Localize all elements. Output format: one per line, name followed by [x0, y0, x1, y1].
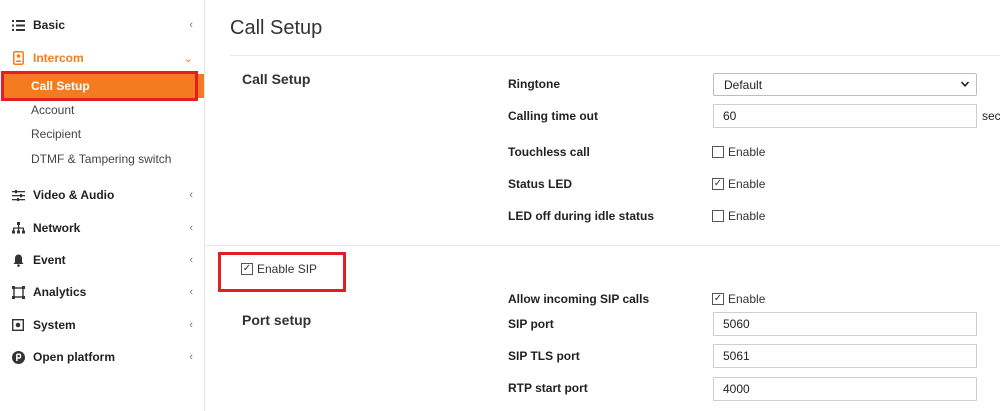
led-off-label: LED off during idle status: [508, 209, 654, 223]
rtp-start-port-input[interactable]: 4000: [713, 377, 977, 401]
page-title: Call Setup: [230, 17, 323, 39]
system-icon: [11, 318, 25, 332]
chevron-down-icon: [960, 81, 970, 87]
chevron-left-icon: ‹: [189, 254, 193, 266]
chevron-left-icon: ‹: [189, 319, 193, 331]
chevron-left-icon: ‹: [189, 351, 193, 363]
sip-tls-port-label: SIP TLS port: [508, 349, 580, 363]
sidebar: Basic ‹ Intercom ⌄ Call Setup Account Re…: [0, 0, 205, 411]
sidebar-item-intercom[interactable]: Intercom ⌄: [0, 46, 205, 70]
chevron-left-icon: ‹: [189, 286, 193, 298]
chevron-down-icon: ⌄: [183, 52, 193, 65]
checkbox-label: Enable: [728, 209, 766, 223]
sidebar-item-network[interactable]: Network ‹: [0, 216, 205, 240]
sidebar-item-video-audio[interactable]: Video & Audio ‹: [0, 183, 205, 207]
calling-timeout-unit: sec: [982, 109, 1000, 123]
calling-timeout-label: Calling time out: [508, 109, 598, 123]
divider: [230, 55, 1000, 56]
sidebar-item-label: Network: [33, 221, 81, 235]
sidebar-item-event[interactable]: Event ‹: [0, 248, 205, 272]
section-title-call-setup: Call Setup: [242, 71, 311, 87]
touchless-call-checkbox[interactable]: Enable: [712, 145, 765, 159]
sidebar-subitem-label: DTMF & Tampering switch: [31, 152, 172, 166]
sip-port-label: SIP port: [508, 317, 554, 331]
chevron-left-icon: ‹: [189, 189, 193, 201]
rtp-start-port-label: RTP start port: [508, 381, 588, 395]
selected-indicator: [198, 74, 204, 98]
highlight-box-enable-sip: [218, 252, 346, 292]
analytics-icon: [11, 285, 25, 299]
bell-icon: [11, 253, 25, 267]
sliders-icon: [11, 188, 25, 202]
ringtone-label: Ringtone: [508, 77, 560, 91]
checkbox-box[interactable]: ✓: [712, 293, 724, 305]
intercom-icon: [11, 51, 25, 65]
checkbox-label: Enable: [728, 292, 766, 306]
main-content: Call Setup Call Setup Ringtone Default C…: [206, 0, 1000, 411]
sidebar-item-analytics[interactable]: Analytics ‹: [0, 280, 205, 304]
open-platform-icon: [11, 350, 25, 364]
sidebar-subitem-recipient[interactable]: Recipient: [0, 122, 205, 146]
sip-port-input[interactable]: 5060: [713, 312, 977, 336]
ringtone-select[interactable]: Default: [713, 73, 977, 96]
sidebar-subitem-label: Account: [31, 103, 75, 117]
sidebar-subitem-label: Recipient: [31, 127, 82, 141]
checkbox-label: Enable: [728, 177, 766, 191]
checkbox-box[interactable]: [712, 146, 724, 158]
sip-tls-port-input[interactable]: 5061: [713, 344, 977, 368]
sidebar-item-label: Intercom: [33, 51, 84, 65]
status-led-checkbox[interactable]: ✓ Enable: [712, 177, 765, 191]
sidebar-item-label: Video & Audio: [33, 188, 115, 202]
checkbox-box[interactable]: [712, 210, 724, 222]
sidebar-item-label: Basic: [33, 18, 66, 32]
ringtone-select-value: Default: [724, 77, 763, 92]
checkbox-box[interactable]: ✓: [712, 178, 724, 190]
calling-timeout-input[interactable]: 60: [713, 104, 977, 128]
sidebar-item-label: Event: [33, 253, 66, 267]
sidebar-item-label: System: [33, 318, 76, 332]
sidebar-item-open-platform[interactable]: Open platform ‹: [0, 345, 205, 369]
checkbox-label: Enable: [728, 145, 766, 159]
divider: [206, 245, 1000, 246]
chevron-left-icon: ‹: [189, 19, 193, 31]
sidebar-item-basic[interactable]: Basic ‹: [0, 13, 205, 37]
highlight-box-call-setup: [1, 71, 198, 101]
touchless-call-label: Touchless call: [508, 145, 590, 159]
chevron-left-icon: ‹: [189, 222, 193, 234]
sidebar-item-system[interactable]: System ‹: [0, 313, 205, 337]
list-icon: [11, 18, 25, 32]
allow-incoming-sip-checkbox[interactable]: ✓ Enable: [712, 292, 765, 306]
section-title-port-setup: Port setup: [242, 312, 312, 328]
led-off-checkbox[interactable]: Enable: [712, 209, 765, 223]
allow-incoming-sip-label: Allow incoming SIP calls: [508, 292, 650, 306]
sidebar-subitem-account[interactable]: Account: [0, 98, 205, 122]
sidebar-item-label: Open platform: [33, 350, 116, 364]
sidebar-item-label: Analytics: [33, 285, 87, 299]
status-led-label: Status LED: [508, 177, 573, 191]
network-icon: [11, 221, 25, 235]
sidebar-subitem-dtmf[interactable]: DTMF & Tampering switch: [0, 147, 205, 171]
